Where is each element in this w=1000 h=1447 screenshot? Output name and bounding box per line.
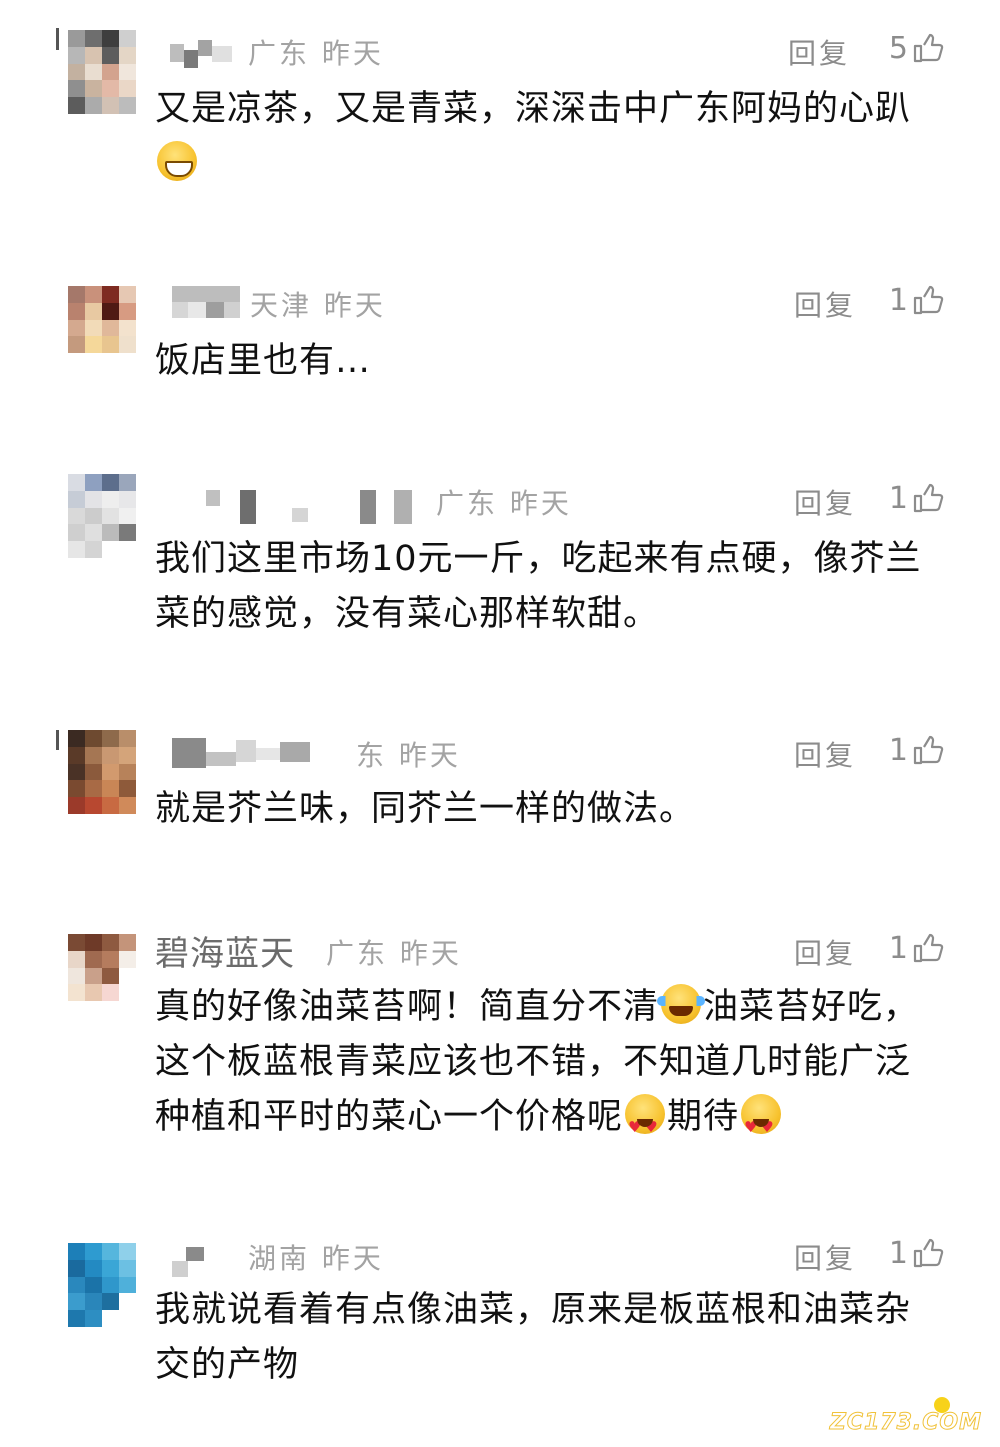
comment-text: 又是凉茶，又是青菜，深深击中广东阿妈的心趴: [155, 82, 935, 192]
reply-button[interactable]: 回复: [794, 284, 856, 324]
comment-meta: 广东 昨天: [436, 482, 572, 522]
comment-meta: 湖南 昨天: [248, 1237, 384, 1277]
like-count: 5: [888, 31, 908, 66]
timestamp: 昨天: [323, 289, 386, 322]
avatar[interactable]: [68, 474, 136, 558]
avatar[interactable]: [68, 934, 136, 1018]
avatar[interactable]: [68, 1243, 136, 1327]
blurred-nickname[interactable]: [172, 286, 240, 322]
location: 湖南: [248, 1242, 311, 1275]
comment-item: 湖南 昨天 回复 1 我就说看着有点像油菜，原来是板蓝根和油菜杂交的产物: [0, 1215, 1000, 1415]
like-count: 1: [888, 931, 908, 966]
thumb-up-icon[interactable]: [912, 932, 944, 964]
thumb-up-icon[interactable]: [912, 1237, 944, 1269]
comment-meta: 广东 昨天: [326, 932, 462, 972]
blurred-nickname[interactable]: [172, 1245, 212, 1281]
thumb-up-icon[interactable]: [912, 734, 944, 766]
comment-item: 东 昨天 回复 1 就是芥兰味，同芥兰一样的做法。: [0, 710, 1000, 890]
timestamp: 昨天: [321, 1242, 384, 1275]
grinning-face-emoji: [157, 141, 197, 181]
thumb-up-icon[interactable]: [912, 284, 944, 316]
watermark: ZC173.COM: [829, 1410, 982, 1436]
location: 广东: [326, 937, 389, 970]
location: 广东: [436, 487, 499, 520]
comment-item: 天津 昨天 回复 1 饭店里也有…: [0, 260, 1000, 440]
heart-eyes-emoji: [741, 1094, 782, 1155]
avatar[interactable]: [68, 286, 136, 370]
reply-button[interactable]: 回复: [794, 734, 856, 774]
timestamp: 昨天: [509, 487, 572, 520]
comment-meta: 天津 昨天: [250, 284, 386, 324]
reply-button[interactable]: 回复: [794, 932, 856, 972]
heart-eyes-emoji: [625, 1094, 666, 1155]
like-count: 1: [888, 283, 908, 318]
comment-text: 就是芥兰味，同芥兰一样的做法。: [155, 789, 696, 829]
avatar[interactable]: [68, 30, 136, 114]
tears-of-joy-emoji: [657, 984, 706, 1024]
timestamp: 昨天: [398, 739, 461, 772]
comment-text: 我们这里市场10元一斤，吃起来有点硬，像芥兰菜的感觉，没有菜心那样软甜。: [155, 539, 922, 634]
comment-text: 我就说看着有点像油菜，原来是板蓝根和油菜杂交的产物: [155, 1290, 912, 1385]
comment-meta: 东 昨天: [356, 734, 461, 774]
comment-meta: 广东 昨天: [248, 32, 384, 72]
location: 天津: [250, 289, 313, 322]
nickname[interactable]: 碧海蓝天: [155, 926, 295, 975]
avatar[interactable]: [68, 730, 136, 814]
reply-button[interactable]: 回复: [794, 482, 856, 522]
reply-button[interactable]: 回复: [788, 32, 850, 72]
timestamp: 昨天: [399, 937, 462, 970]
location: 广东: [248, 37, 311, 70]
like-count: 1: [888, 733, 908, 768]
comment-item: 广东 昨天 回复 5 又是凉茶，又是青菜，深深击中广东阿妈的心趴: [0, 0, 1000, 240]
comment-item: 广东 昨天 回复 1 我们这里市场10元一斤，吃起来有点硬，像芥兰菜的感觉，没有…: [0, 460, 1000, 680]
thumb-up-icon[interactable]: [912, 32, 944, 64]
like-count: 1: [888, 1236, 908, 1271]
blurred-nickname[interactable]: [170, 34, 240, 70]
comment-text: 饭店里也有…: [155, 341, 372, 381]
like-count: 1: [888, 481, 908, 516]
comment-text: 真的好像油菜苔啊！简直分不清 油菜苔好吃，这个板蓝根青菜应该也不错，不知道几时能广…: [155, 980, 935, 1155]
location: 东: [356, 739, 388, 772]
blurred-nickname[interactable]: [200, 488, 420, 524]
timestamp: 昨天: [321, 37, 384, 70]
blurred-nickname[interactable]: [172, 734, 312, 770]
reply-button[interactable]: 回复: [794, 1237, 856, 1277]
comment-item: 碧海蓝天 广东 昨天 回复 1 真的好像油菜苔啊！简直分不清 油菜苔好吃，这个板蓝…: [0, 910, 1000, 1180]
thumb-up-icon[interactable]: [912, 482, 944, 514]
